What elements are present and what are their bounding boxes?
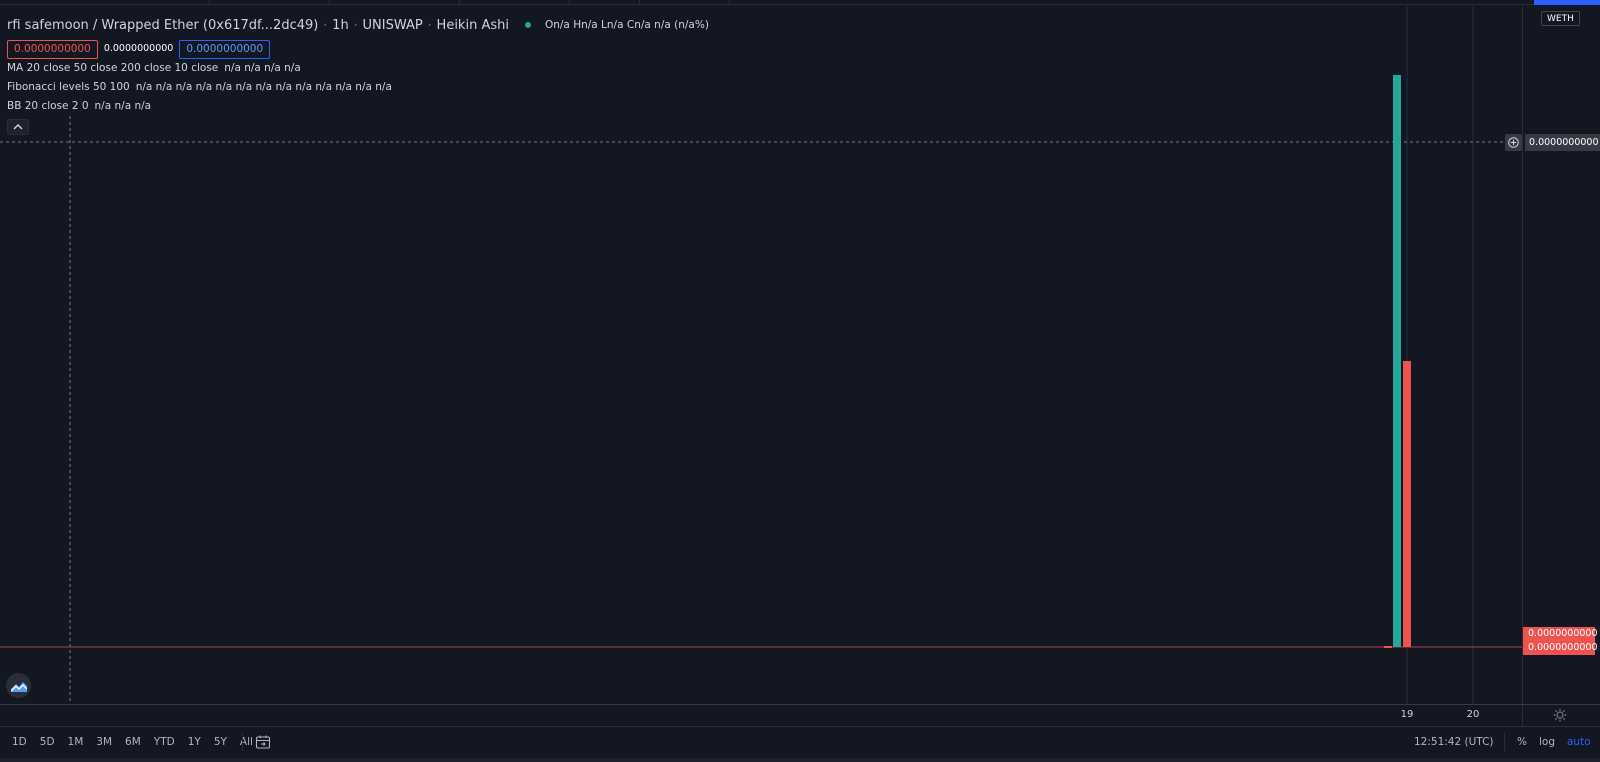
bottom-edge: [0, 758, 1600, 762]
crosshair-price: 0.0000000000: [1525, 134, 1600, 151]
time-tick-label: 20: [1466, 709, 1480, 720]
add-alert-button[interactable]: [1505, 134, 1522, 151]
study-bb[interactable]: BB 20 close 2 0 n/a n/a n/a: [7, 97, 709, 116]
close-price-label: 0.0000000000: [1523, 641, 1598, 655]
range-3m[interactable]: 3M: [96, 736, 112, 748]
calendar-goto-icon[interactable]: [255, 734, 271, 750]
chevron-up-icon: [13, 124, 23, 130]
tradingview-logo-button[interactable]: [6, 673, 31, 698]
study-fibonacci[interactable]: Fibonacci levels 50 100 n/a n/a n/a n/a n…: [7, 78, 709, 97]
range-ytd[interactable]: YTD: [154, 736, 175, 748]
buy-button[interactable]: 0.0000000000: [179, 39, 271, 59]
range-5y[interactable]: 5Y: [214, 736, 227, 748]
study-values: n/a n/a n/a n/a n/a n/a n/a n/a n/a n/a …: [135, 81, 392, 93]
chart-pane[interactable]: rfi safemoon / Wrapped Ether (0x617df...…: [0, 6, 1522, 704]
plus-circle-icon: [1508, 137, 1519, 148]
buy-sell-panel: 0.0000000000 0.0000000000 0.0000000000: [7, 39, 709, 59]
crosshair-price-label: 0.0000000000: [1505, 134, 1600, 151]
study-ma[interactable]: MA 20 close 50 close 200 close 10 close n…: [7, 59, 709, 78]
toolbar-divider: [1504, 733, 1505, 751]
time-axis[interactable]: [0, 704, 1522, 726]
utc-clock[interactable]: 12:51:42 (UTC): [1414, 736, 1494, 748]
date-range-selector: 1D 5D 1M 3M 6M YTD 1Y 5Y All: [12, 736, 266, 748]
legend-title-row[interactable]: rfi safemoon / Wrapped Ether (0x617df...…: [7, 16, 709, 34]
study-name: BB 20 close 2 0: [7, 100, 89, 112]
candle-bear[interactable]: [1403, 361, 1411, 647]
last-price-label: 0.0000000000: [1523, 627, 1598, 641]
range-5d[interactable]: 5D: [40, 736, 55, 748]
interval-label[interactable]: 1h: [332, 18, 349, 33]
range-1m[interactable]: 1M: [68, 736, 84, 748]
candle-bull[interactable]: [1393, 75, 1401, 647]
collapse-legend-button[interactable]: [7, 119, 29, 135]
chart-style-label: Heikin Ashi: [436, 17, 509, 33]
percent-scale-button[interactable]: %: [1517, 736, 1527, 748]
auto-scale-button[interactable]: auto: [1567, 736, 1591, 748]
spread-value: 0.0000000000: [103, 42, 174, 54]
study-name: MA 20 close 50 close 200 close 10 close: [7, 62, 219, 74]
symbol-name[interactable]: rfi safemoon / Wrapped Ether (0x617df...…: [7, 18, 318, 33]
study-values: n/a n/a n/a: [94, 100, 152, 112]
tradingview-logo-icon: [10, 681, 27, 692]
gear-icon[interactable]: [1552, 707, 1568, 723]
study-values: n/a n/a n/a n/a: [224, 62, 301, 74]
scale-mode-buttons: % log auto: [1517, 736, 1591, 748]
currency-tag: WETH: [1541, 11, 1580, 26]
candle-stub: [1384, 646, 1392, 648]
exchange-label: UNISWAP: [362, 17, 423, 33]
ohlc-values: On/a Hn/a Ln/a Cn/a n/a (n/a%): [544, 19, 709, 31]
time-tick-label: 19: [1400, 709, 1414, 720]
active-tab-indicator[interactable]: [1534, 0, 1600, 5]
top-toolbar-strip: [0, 0, 1600, 5]
log-scale-button[interactable]: log: [1539, 736, 1555, 748]
market-status-dot[interactable]: [524, 22, 531, 28]
chart-legend: rfi safemoon / Wrapped Ether (0x617df...…: [7, 16, 709, 135]
toolbar-divider: [242, 733, 243, 751]
range-1y[interactable]: 1Y: [188, 736, 201, 748]
sell-button[interactable]: 0.0000000000: [7, 39, 98, 59]
price-axis[interactable]: [1522, 6, 1600, 704]
range-1d[interactable]: 1D: [12, 736, 27, 748]
range-6m[interactable]: 6M: [125, 736, 141, 748]
study-name: Fibonacci levels 50 100: [7, 81, 130, 93]
